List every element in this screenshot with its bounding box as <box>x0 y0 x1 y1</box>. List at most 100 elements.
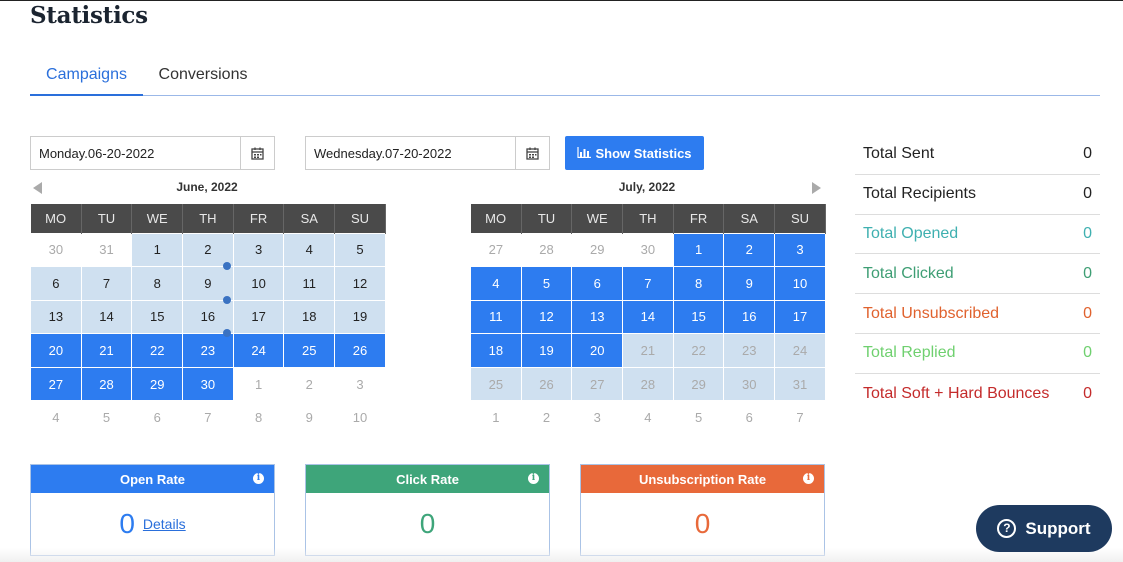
date-to-field[interactable] <box>305 136 550 170</box>
calendar-day[interactable]: 2 <box>520 400 573 436</box>
calendar-day[interactable]: 1 <box>470 400 522 436</box>
calendar-day[interactable]: 21 <box>622 333 674 368</box>
calendar-day[interactable]: 31 <box>80 232 133 268</box>
date-from-input[interactable] <box>31 137 236 169</box>
calendar-day[interactable]: 18 <box>470 333 522 368</box>
calendar-day[interactable]: 10 <box>334 400 386 436</box>
calendar-day[interactable]: 26 <box>334 333 386 368</box>
info-icon[interactable]: i <box>528 473 539 484</box>
calendar-day[interactable]: 17 <box>774 299 826 335</box>
calendar-day[interactable]: 19 <box>334 299 386 335</box>
support-button[interactable]: ? Support <box>976 505 1112 552</box>
tab-campaigns[interactable]: Campaigns <box>30 56 143 96</box>
calendar-day[interactable]: 29 <box>672 366 725 402</box>
calendar-day[interactable]: 10 <box>232 266 285 301</box>
calendar-day[interactable]: 1 <box>131 232 184 268</box>
calendar-day[interactable]: 9 <box>723 266 776 301</box>
calendar-day[interactable]: 11 <box>470 299 522 335</box>
calendar-icon[interactable] <box>515 137 549 169</box>
calendar-day[interactable]: 16 <box>182 299 234 338</box>
calendar-day[interactable]: 6 <box>723 400 776 436</box>
calendar-day[interactable]: 3 <box>571 400 624 436</box>
show-statistics-button[interactable]: Show Statistics <box>565 136 704 170</box>
calendar-day[interactable]: 4 <box>470 266 522 301</box>
calendar-day[interactable]: 25 <box>283 333 336 368</box>
calendar-day[interactable]: 10 <box>774 266 826 301</box>
calendar-day[interactable]: 5 <box>334 232 386 268</box>
calendar-day[interactable]: 22 <box>672 333 725 368</box>
calendar-day[interactable]: 3 <box>774 232 826 268</box>
calendar-day[interactable]: 30 <box>182 366 234 402</box>
calendar-day[interactable]: 17 <box>232 299 285 335</box>
calendar-day[interactable]: 2 <box>723 232 776 268</box>
calendar-day[interactable]: 26 <box>520 366 573 402</box>
calendar-day[interactable]: 7 <box>622 266 674 301</box>
calendar-day[interactable]: 24 <box>774 333 826 368</box>
calendar-day[interactable]: 5 <box>672 400 725 436</box>
info-icon[interactable]: i <box>803 473 814 484</box>
calendar-day[interactable]: 1 <box>232 366 285 402</box>
calendar-day[interactable]: 12 <box>520 299 573 335</box>
calendar-day[interactable]: 7 <box>80 266 133 301</box>
calendar-day[interactable]: 25 <box>470 366 522 402</box>
calendar-day[interactable]: 3 <box>232 232 285 268</box>
calendar-day[interactable]: 14 <box>622 299 674 335</box>
calendar-icon[interactable] <box>240 137 274 169</box>
totals-value: 0 <box>1083 384 1092 402</box>
calendar-day[interactable]: 27 <box>30 366 82 402</box>
date-to-input[interactable] <box>306 137 511 169</box>
calendar-day[interactable]: 28 <box>622 366 674 402</box>
calendar-day[interactable]: 8 <box>232 400 285 436</box>
calendar-day[interactable]: 13 <box>30 299 82 335</box>
calendar-day[interactable]: 6 <box>571 266 624 301</box>
calendar-day[interactable]: 4 <box>283 232 336 268</box>
calendar-day[interactable]: 11 <box>283 266 336 301</box>
calendar-day[interactable]: 5 <box>80 400 133 436</box>
calendar-day[interactable]: 20 <box>30 333 82 368</box>
calendar-day[interactable]: 27 <box>470 232 522 268</box>
calendar-day[interactable]: 30 <box>622 232 674 268</box>
calendar-day[interactable]: 19 <box>520 333 573 368</box>
date-from-field[interactable] <box>30 136 275 170</box>
calendar-day[interactable]: 15 <box>672 299 725 335</box>
calendar-day[interactable]: 14 <box>80 299 133 335</box>
calendar-day[interactable]: 22 <box>131 333 184 368</box>
calendar-day[interactable]: 23 <box>723 333 776 368</box>
calendar-day[interactable]: 28 <box>520 232 573 268</box>
calendar-day[interactable]: 4 <box>30 400 82 436</box>
calendar-day[interactable]: 16 <box>723 299 776 335</box>
calendar-day[interactable]: 23 <box>182 333 234 368</box>
calendar-day[interactable]: 2 <box>283 366 336 402</box>
calendar-day[interactable]: 7 <box>182 400 234 436</box>
calendar-day[interactable]: 3 <box>334 366 386 402</box>
calendar-day[interactable]: 29 <box>571 232 624 268</box>
calendar-day[interactable]: 27 <box>571 366 624 402</box>
calendar-day[interactable]: 18 <box>283 299 336 335</box>
calendar-day[interactable]: 24 <box>232 333 285 368</box>
calendar-day[interactable]: 6 <box>30 266 82 301</box>
calendar-day[interactable]: 4 <box>622 400 674 436</box>
calendar-day[interactable]: 2 <box>182 232 234 271</box>
calendar-day[interactable]: 31 <box>774 366 826 402</box>
calendar-day[interactable]: 30 <box>30 232 82 268</box>
calendar-day[interactable]: 30 <box>723 366 776 402</box>
tab-conversions[interactable]: Conversions <box>153 56 253 96</box>
calendar-day[interactable]: 7 <box>774 400 826 436</box>
calendar-day[interactable]: 1 <box>672 232 725 268</box>
calendar-day[interactable]: 29 <box>131 366 184 402</box>
calendar-day[interactable]: 13 <box>571 299 624 335</box>
next-month-arrow-icon[interactable] <box>812 182 821 194</box>
calendar-day[interactable]: 5 <box>520 266 573 301</box>
calendar-day[interactable]: 28 <box>80 366 133 402</box>
info-icon[interactable]: i <box>253 473 264 484</box>
calendar-day[interactable]: 12 <box>334 266 386 301</box>
calendar-day[interactable]: 8 <box>131 266 184 301</box>
calendar-day[interactable]: 20 <box>571 333 624 368</box>
calendar-day[interactable]: 8 <box>672 266 725 301</box>
calendar-day[interactable]: 9 <box>283 400 336 436</box>
calendar-day[interactable]: 6 <box>131 400 184 436</box>
calendar-day[interactable]: 21 <box>80 333 133 368</box>
details-link[interactable]: Details <box>143 516 186 532</box>
calendar-day[interactable]: 15 <box>131 299 184 335</box>
calendar-day[interactable]: 9 <box>182 266 234 304</box>
